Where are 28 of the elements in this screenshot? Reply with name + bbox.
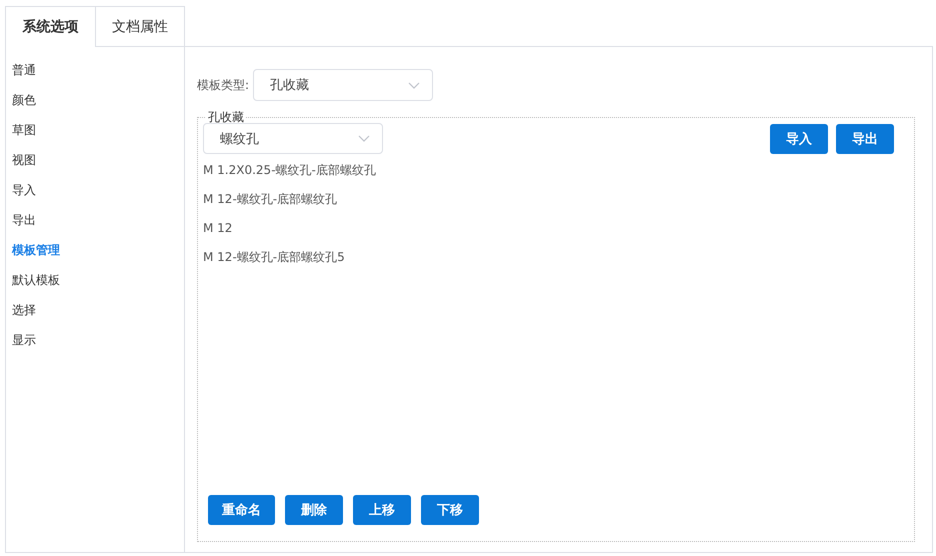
dropdown[interactable]: 螺纹孔 xyxy=(203,123,383,154)
export-button[interactable]: 导出 xyxy=(836,124,894,154)
rename-button[interactable]: 重命名 xyxy=(208,495,275,525)
sidebar-item[interactable]: 默认模板 xyxy=(6,265,184,295)
field-label: 模板类型: xyxy=(197,76,250,94)
sidebar-item[interactable]: 显示 xyxy=(6,325,184,355)
sidebar-item[interactable]: 视图 xyxy=(6,145,184,175)
sidebar-item[interactable]: 选择 xyxy=(6,295,184,325)
sidebar-item[interactable]: 导出 xyxy=(6,205,184,235)
sidebar-item[interactable]: 导入 xyxy=(6,175,184,205)
tab[interactable]: 系统选项 xyxy=(5,6,95,47)
chevron-down-icon xyxy=(408,82,420,88)
chevron-down-icon xyxy=(358,135,370,142)
sidebar-item[interactable]: 模板管理 xyxy=(6,235,184,265)
sidebar-item[interactable]: 颜色 xyxy=(6,85,184,115)
list-item[interactable]: M 1.2X0.25-螺纹孔-底部螺纹孔 xyxy=(203,159,894,182)
move-down-button[interactable]: 下移 xyxy=(421,495,479,525)
list-item[interactable]: M 12-螺纹孔-底部螺纹孔5 xyxy=(203,246,894,269)
list-item[interactable]: M 12 xyxy=(203,217,894,240)
group-title: 孔收藏 xyxy=(207,111,245,123)
tab[interactable]: 文档属性 xyxy=(95,6,185,47)
delete-button[interactable]: 删除 xyxy=(285,495,343,525)
import-button[interactable]: 导入 xyxy=(770,124,828,154)
dropdown[interactable]: 孔收藏 xyxy=(253,69,434,101)
sidebar-item[interactable]: 草图 xyxy=(6,115,184,145)
list-item[interactable]: M 12-螺纹孔-底部螺纹孔 xyxy=(203,188,894,211)
move-up-button[interactable]: 上移 xyxy=(353,495,411,525)
sidebar-item[interactable]: 普通 xyxy=(6,55,184,85)
